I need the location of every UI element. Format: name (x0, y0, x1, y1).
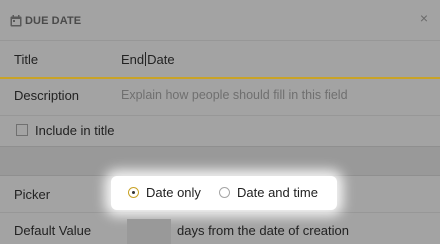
close-icon[interactable]: × (415, 9, 433, 27)
date-and-time-radio[interactable] (219, 187, 230, 198)
title-label: Title (14, 52, 39, 67)
picker-label: Picker (14, 187, 51, 202)
description-row: Description Explain how people should fi… (0, 79, 440, 116)
description-label: Description (14, 88, 80, 103)
title-row: Title End Date (0, 41, 440, 79)
panel-title: DUE DATE (25, 15, 82, 27)
date-and-time-label[interactable]: Date and time (237, 185, 318, 200)
default-value-label: Default Value (14, 223, 92, 238)
default-days-suffix: days from the date of creation (177, 223, 349, 238)
description-input[interactable]: Explain how people should fill in this f… (121, 88, 348, 102)
date-only-radio[interactable] (128, 187, 139, 198)
panel-header: DUE DATE × (0, 0, 440, 41)
date-only-label[interactable]: Date only (146, 185, 201, 200)
include-in-title-checkbox[interactable] (16, 124, 28, 136)
title-input[interactable]: End Date (121, 52, 175, 67)
title-input-text-before: End (121, 52, 145, 67)
picker-options: Date only Date and time (111, 176, 337, 210)
calendar-icon (10, 15, 22, 27)
default-value-row: Default Value days from the date of crea… (0, 213, 440, 244)
text-caret (145, 52, 147, 66)
section-divider (0, 146, 440, 176)
due-date-field-panel: DUE DATE × Title End Date Description Exp… (0, 0, 440, 244)
include-in-title-label[interactable]: Include in title (35, 123, 115, 138)
include-in-title-row: Include in title (0, 116, 440, 146)
title-input-text-after: Date (147, 52, 175, 67)
default-days-input[interactable] (127, 219, 171, 244)
